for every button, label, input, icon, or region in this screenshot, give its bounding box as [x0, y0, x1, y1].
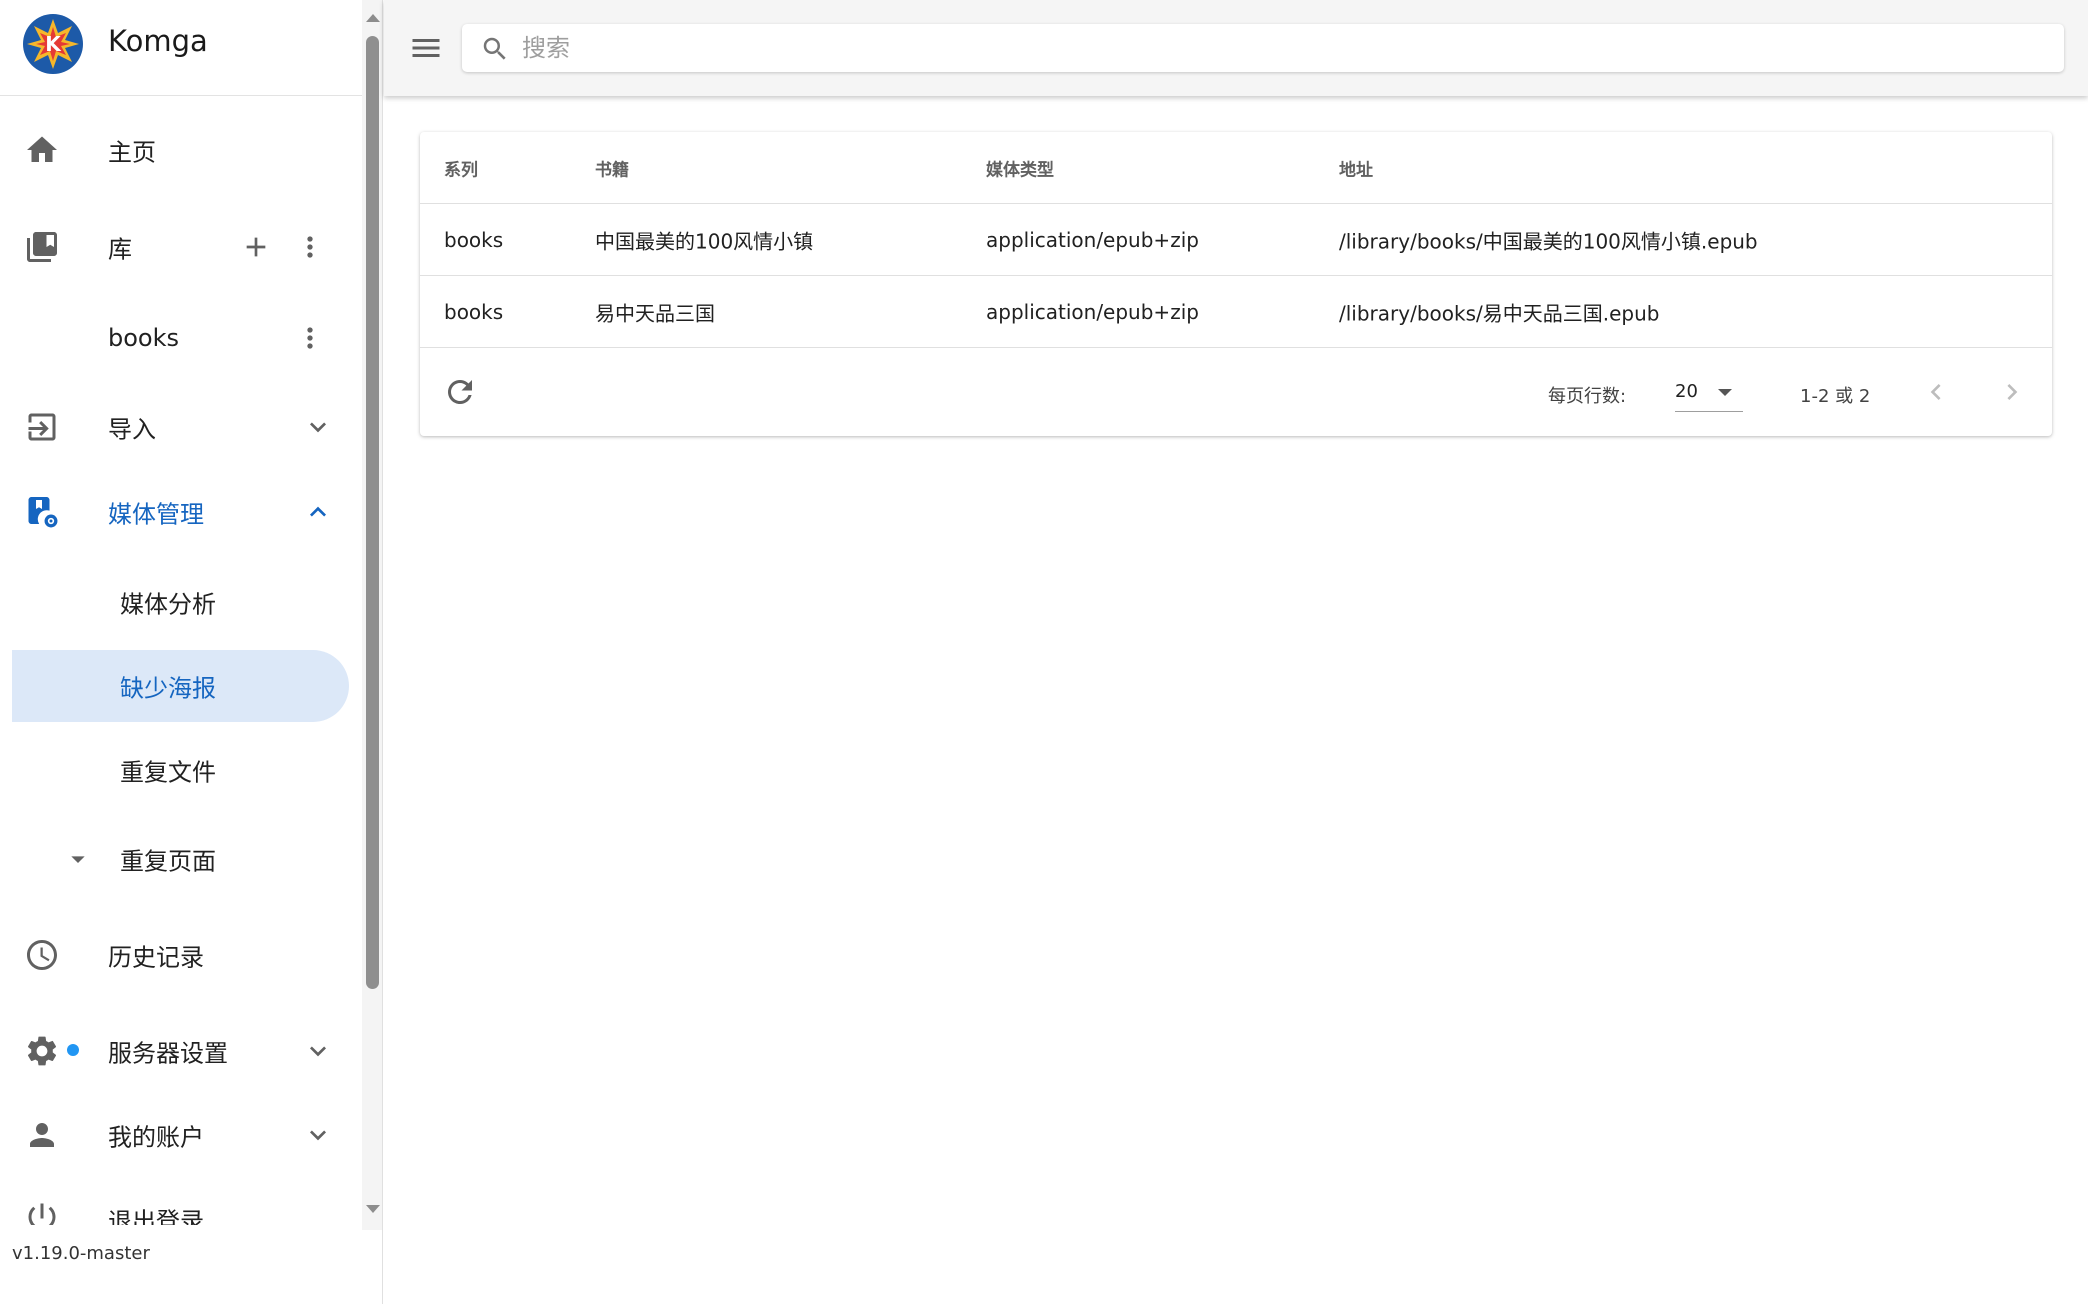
table-row[interactable]: books 易中天品三国 application/epub+zip /libra… [420, 276, 2052, 348]
app-name: Komga [108, 24, 208, 58]
sidebar-item-server-settings[interactable]: 服务器设置 [0, 1015, 362, 1087]
app-root: K Komga 主页 库 books 导入 媒体管理 媒体分析 缺少海报 重复文… [0, 0, 2088, 1304]
sidebar-item-history[interactable]: 历史记录 [0, 919, 362, 991]
caret-down-icon[interactable] [62, 843, 94, 875]
sidebar-item-label: 库 [108, 235, 132, 264]
search-icon [480, 34, 510, 64]
sidebar-item-library-books[interactable]: books [0, 302, 362, 374]
app-version: v1.19.0-master [12, 1243, 150, 1264]
dots-vertical-icon[interactable] [294, 322, 326, 354]
sidebar-item-label: 导入 [108, 415, 156, 444]
missing-posters-table-card: 系列 书籍 媒体类型 地址 books 中国最美的100风情小镇 applica… [420, 132, 2052, 436]
sidebar-item-label: 媒体分析 [120, 590, 216, 619]
chevron-up-icon [302, 496, 334, 528]
table-row[interactable]: books 中国最美的100风情小镇 application/epub+zip … [420, 204, 2052, 276]
home-icon [24, 132, 60, 168]
cell-book: 中国最美的100风情小镇 [595, 229, 814, 253]
column-header-book[interactable]: 书籍 [595, 155, 629, 180]
column-header-media-type[interactable]: 媒体类型 [986, 155, 1054, 180]
rows-per-page-label: 每页行数: [1548, 386, 1627, 407]
cell-media-type: application/epub+zip [986, 227, 1199, 252]
rows-per-page-select[interactable]: 20 [1675, 372, 1743, 412]
chevron-down-icon [302, 1119, 334, 1151]
sidebar-item-label: 我的账户 [108, 1123, 204, 1152]
sidebar-item-label: 重复页面 [120, 847, 216, 876]
top-app-bar [384, 0, 2088, 96]
cell-book: 易中天品三国 [595, 301, 715, 325]
sidebar: K Komga 主页 库 books 导入 媒体管理 媒体分析 缺少海报 重复文… [0, 0, 383, 1304]
cell-path: /library/books/中国最美的100风情小镇.epub [1339, 229, 1758, 253]
sidebar-item-label: 缺少海报 [120, 674, 216, 703]
column-header-path[interactable]: 地址 [1339, 155, 1373, 180]
clock-icon [24, 937, 60, 973]
chevron-down-icon [302, 1035, 334, 1067]
sidebar-item-libraries[interactable]: 库 [0, 211, 362, 283]
dots-vertical-icon[interactable] [294, 231, 326, 263]
chevron-down-icon [302, 411, 334, 443]
brand-header: K Komga [0, 0, 362, 96]
sidebar-item-home[interactable]: 主页 [0, 114, 362, 186]
sidebar-item-duplicate-files[interactable]: 重复文件 [0, 734, 362, 806]
media-settings-icon [24, 494, 60, 530]
chevron-left-icon[interactable] [1920, 376, 1952, 408]
scrollbar-thumb[interactable] [366, 36, 379, 989]
sidebar-item-my-account[interactable]: 我的账户 [0, 1099, 362, 1171]
sidebar-item-label: 重复文件 [120, 758, 216, 787]
sidebar-item-label: 主页 [108, 138, 156, 167]
cell-media-type: application/epub+zip [986, 299, 1199, 324]
menu-icon[interactable] [408, 30, 444, 66]
sidebar-item-label: 媒体管理 [108, 500, 204, 529]
cell-series: books [444, 299, 504, 324]
sidebar-item-label: books [108, 324, 180, 352]
chevron-right-icon[interactable] [1996, 376, 2028, 408]
sidebar-item-label: 退出登录 [108, 1207, 204, 1226]
plus-icon[interactable] [240, 231, 272, 263]
scroll-up-arrow[interactable] [366, 14, 380, 22]
refresh-icon[interactable] [442, 374, 478, 410]
gear-icon [24, 1033, 60, 1069]
power-icon [24, 1199, 60, 1225]
search-input[interactable] [522, 30, 2042, 66]
sidebar-item-label: 历史记录 [108, 943, 204, 972]
notification-badge [67, 1044, 79, 1056]
scroll-down-arrow[interactable] [366, 1205, 380, 1213]
cell-path: /library/books/易中天品三国.epub [1339, 301, 1660, 325]
sidebar-item-missing-posters[interactable]: 缺少海报 [12, 650, 349, 722]
sidebar-item-label: 服务器设置 [108, 1039, 228, 1068]
cell-series: books [444, 227, 504, 252]
caret-down-icon [1718, 389, 1732, 396]
sidebar-item-logout[interactable]: 退出登录 [0, 1181, 362, 1225]
search-box[interactable] [462, 24, 2064, 72]
person-icon [24, 1117, 60, 1153]
sidebar-item-duplicate-pages[interactable]: 重复页面 [0, 823, 362, 895]
column-header-series[interactable]: 系列 [444, 155, 478, 180]
komga-logo-icon[interactable]: K [22, 13, 84, 75]
rows-per-page-value: 20 [1675, 381, 1698, 402]
pagination-info: 1-2 或 2 [1800, 386, 1871, 407]
table-footer: 每页行数: 20 1-2 或 2 [420, 350, 2052, 436]
sidebar-item-import[interactable]: 导入 [0, 391, 362, 463]
table-header: 系列 书籍 媒体类型 地址 [420, 132, 2052, 204]
sidebar-item-media-management[interactable]: 媒体管理 [0, 476, 362, 548]
sidebar-item-media-analysis[interactable]: 媒体分析 [0, 566, 362, 638]
import-icon [24, 409, 60, 445]
svg-text:K: K [45, 32, 62, 56]
library-books-icon [24, 229, 60, 265]
